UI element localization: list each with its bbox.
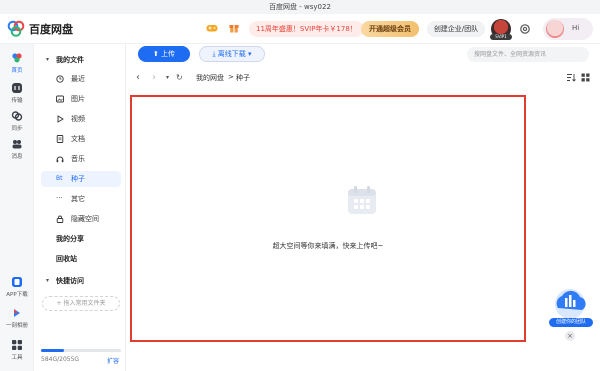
sidebar-item-videos[interactable]: 视频 xyxy=(41,111,121,127)
sidebar-item-documents[interactable]: 文档 xyxy=(41,131,121,147)
rail-label: 工具 xyxy=(11,355,23,361)
collapse-caret-icon[interactable]: ▾ xyxy=(46,56,49,63)
quick-access-heading[interactable]: 快捷访问 xyxy=(56,276,84,286)
my-share-link[interactable]: 我的分享 xyxy=(56,234,84,244)
brand-name: 百度网盘 xyxy=(29,23,73,36)
sort-icon[interactable] xyxy=(566,73,576,82)
create-team-button[interactable]: 创建企业/团队 xyxy=(427,21,485,37)
offline-download-label: 离线下载 xyxy=(217,50,246,58)
empty-state-text: 超大空间等你来填满，快来上传吧~ xyxy=(272,242,384,250)
top-header: 百度网盘 11周年盛惠！SVIP年卡￥178！ 开通超级会员 创建企业/团队 S… xyxy=(0,14,600,44)
rail-label: 一刻相册 xyxy=(5,323,28,329)
forward-arrow-icon[interactable]: › xyxy=(152,72,156,84)
upload-icon: ⬆ xyxy=(152,50,162,58)
rail-item-app-download[interactable]: APP下载 xyxy=(0,276,34,298)
sidebar-item-hidden-space[interactable]: 隐藏空间 xyxy=(41,211,121,227)
back-arrow-icon[interactable]: ‹ xyxy=(136,72,140,84)
message-icon xyxy=(12,140,22,149)
rail-label: 传输 xyxy=(11,98,23,104)
rail-item-sync[interactable]: 同步 xyxy=(0,110,34,132)
storage-usage-text: 584G/2055G xyxy=(41,356,80,363)
rail-item-transfer[interactable]: 传输 xyxy=(0,82,34,104)
home-icon xyxy=(12,53,22,63)
clock-icon xyxy=(56,75,64,83)
sidebar-item-images[interactable]: 图片 xyxy=(41,91,121,107)
breadcrumb-separator: > xyxy=(228,73,234,81)
album-icon xyxy=(14,309,20,317)
sidebar-item-other[interactable]: ··· 其它 xyxy=(41,191,121,207)
bt-icon: Bt xyxy=(56,175,63,182)
transfer-icon xyxy=(12,83,22,93)
recycle-bin-link[interactable]: 回收站 xyxy=(56,254,77,264)
rail-item-album[interactable]: 一刻相册 xyxy=(0,307,34,329)
sidebar-item-label: 图片 xyxy=(71,95,85,103)
image-icon xyxy=(56,95,64,103)
promo-banner[interactable]: 11周年盛惠！SVIP年卡￥178！ xyxy=(249,21,364,37)
rail-label: 首页 xyxy=(11,68,23,74)
file-sidebar: ▾ 我的文件 最近 图片 视频 文档 音乐 Bt 种子 ··· 其它 隐藏空间 … xyxy=(35,44,126,371)
sidebar-item-music[interactable]: 音乐 xyxy=(41,151,121,167)
window-title: 百度网盘 - wsy022 xyxy=(0,0,600,14)
grid-view-icon[interactable] xyxy=(581,73,590,82)
upload-label: 上传 xyxy=(161,50,176,58)
assistant-avatar xyxy=(546,20,564,38)
history-dropdown-icon[interactable]: ▾ xyxy=(166,72,169,84)
open-svip-button[interactable]: 开通超级会员 xyxy=(361,21,419,37)
breadcrumb-current: 种子 xyxy=(236,74,250,82)
rail-item-home[interactable]: 首页 xyxy=(0,48,34,76)
file-list-area[interactable] xyxy=(130,95,526,342)
sidebar-item-torrents[interactable]: Bt 种子 xyxy=(41,171,121,187)
sync-icon xyxy=(11,111,23,121)
quick-access-caret-icon[interactable]: ▾ xyxy=(46,277,49,284)
sidebar-item-label: 最近 xyxy=(71,75,85,83)
lock-icon xyxy=(56,215,64,223)
more-icon: ··· xyxy=(56,194,63,202)
greeting-text: Hi xyxy=(572,24,580,32)
storage-bar xyxy=(41,349,121,352)
document-icon xyxy=(56,135,64,143)
sidebar-item-label: 种子 xyxy=(71,175,85,183)
sidebar-item-label: 隐藏空间 xyxy=(71,215,99,223)
brand-logo[interactable]: 百度网盘 xyxy=(7,20,73,38)
rail-item-tools[interactable]: 工具 xyxy=(0,339,34,361)
rail-label: 同步 xyxy=(11,126,23,132)
sidebar-item-label: 文档 xyxy=(71,135,85,143)
left-rail: 首页 传输 同步 消息 APP下载 一刻相册 工具 xyxy=(0,44,34,371)
upload-button[interactable]: ⬆ 上传 xyxy=(138,46,190,62)
rail-label: APP下载 xyxy=(6,292,28,298)
settings-icon[interactable] xyxy=(519,23,531,35)
app-download-icon xyxy=(12,277,22,287)
sidebar-item-label: 视频 xyxy=(71,115,85,123)
sidebar-item-recent[interactable]: 最近 xyxy=(41,71,121,87)
chevron-down-icon: ▾ xyxy=(245,50,252,58)
drag-folder-dropzone[interactable]: + 拖入常用文件夹 xyxy=(42,296,120,311)
svip-badge: SVIP1 xyxy=(490,34,512,40)
sidebar-item-label: 音乐 xyxy=(71,155,85,163)
rail-item-messages[interactable]: 消息 xyxy=(0,138,34,160)
expand-storage-link[interactable]: 扩容 xyxy=(107,356,119,365)
storage-bar-fill xyxy=(41,349,64,352)
cloud-logo-icon xyxy=(7,20,25,37)
my-files-heading[interactable]: 我的文件 xyxy=(56,55,84,65)
game-icon[interactable] xyxy=(206,23,218,33)
music-icon xyxy=(56,156,64,163)
sidebar-item-label: 其它 xyxy=(71,195,85,203)
offline-download-button[interactable]: ⤓ 离线下载 ▾ xyxy=(199,46,265,62)
gift-icon[interactable] xyxy=(229,22,239,33)
search-input[interactable]: 搜网盘文件、全网资源资讯 xyxy=(467,47,589,62)
tools-icon xyxy=(12,340,22,350)
refresh-icon[interactable]: ↻ xyxy=(176,72,183,84)
create-team-label[interactable]: 创建你的团队 xyxy=(549,318,593,327)
video-icon xyxy=(57,115,64,123)
close-icon[interactable]: × xyxy=(565,331,575,341)
rail-label: 消息 xyxy=(11,154,23,160)
empty-calendar-icon xyxy=(348,186,376,214)
breadcrumb-root[interactable]: 我的网盘 xyxy=(196,73,224,83)
nav-row: ‹ › ▾ ↻ 我的网盘 > 种子 xyxy=(130,70,592,86)
